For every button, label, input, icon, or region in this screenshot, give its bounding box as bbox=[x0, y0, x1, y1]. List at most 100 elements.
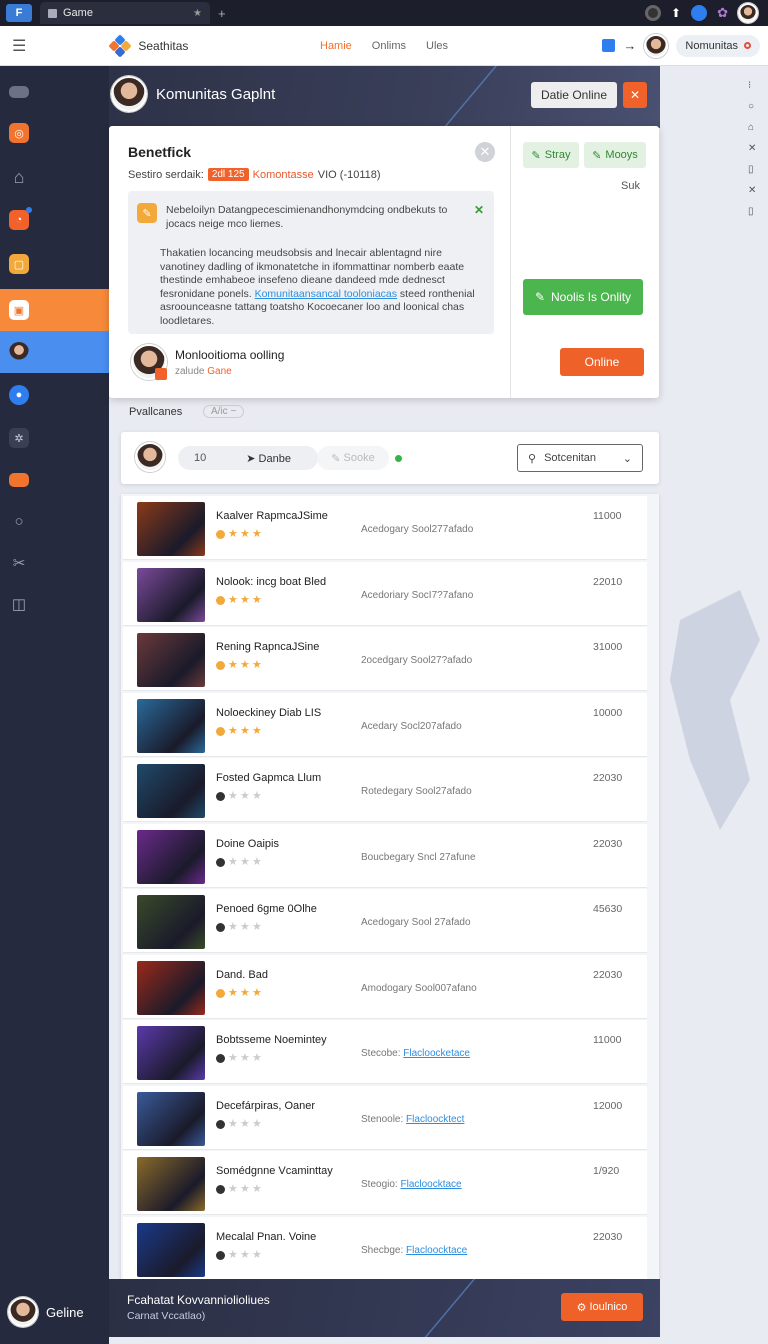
sidebar-item-tools[interactable]: ✂ bbox=[0, 543, 109, 583]
game-thumbnail[interactable] bbox=[137, 960, 205, 1015]
user-pill[interactable]: Nomunitas bbox=[676, 34, 760, 57]
game-thumbnail[interactable] bbox=[137, 1091, 205, 1146]
game-thumbnail[interactable] bbox=[137, 633, 205, 687]
user-avatar[interactable] bbox=[644, 33, 669, 58]
game-row[interactable]: Dand. Bad ★ ★ ★ Amodogary Sool007afano 22030 bbox=[123, 954, 647, 1019]
toolbar-avatar[interactable] bbox=[135, 442, 165, 472]
game-name[interactable]: Decefárpiras, Oaner bbox=[216, 1100, 315, 1112]
rail-item[interactable]: ✕ bbox=[748, 143, 756, 154]
game-thumbnail[interactable] bbox=[137, 1222, 205, 1277]
rail-item[interactable]: ○ bbox=[748, 101, 756, 112]
filter-select[interactable]: ⚲ Sotcenitan ⌄ bbox=[517, 444, 643, 472]
sidebar-item-profile[interactable] bbox=[0, 331, 109, 373]
game-link[interactable]: Flacloocketace bbox=[403, 1048, 470, 1059]
game-name[interactable]: Bobtsseme Noemintey bbox=[216, 1034, 327, 1046]
rail-item[interactable]: ✕ bbox=[748, 185, 756, 196]
game-name[interactable]: Rening RapncaJSine bbox=[216, 641, 319, 653]
pin-icon[interactable]: ★ bbox=[193, 8, 202, 19]
game-row[interactable]: Penoed 6gme 0Olhe ★ ★ ★ Acedogary Sool 27afa… bbox=[123, 889, 647, 953]
hamburger-icon[interactable]: ☰ bbox=[12, 36, 26, 56]
rail-item[interactable]: ⁝ bbox=[748, 80, 756, 91]
game-row[interactable]: Bobtsseme Noemintey ★ ★ ★ Stecobe: Flacloock… bbox=[123, 1020, 647, 1084]
game-thumbnail[interactable] bbox=[137, 895, 205, 949]
game-description-text: Stecobe: bbox=[361, 1048, 401, 1059]
sidebar-item-feed[interactable]: ◔ bbox=[0, 200, 109, 240]
card-close-icon[interactable]: ✕ bbox=[475, 142, 495, 162]
game-name[interactable]: Penoed 6gme 0Olhe bbox=[216, 903, 317, 915]
sidebar-item-puzzle[interactable]: ✲ bbox=[0, 418, 109, 458]
game-name[interactable]: Fosted Gapmca Llum bbox=[216, 772, 321, 784]
nav-home[interactable]: Hamie bbox=[320, 40, 352, 52]
extension-icon[interactable]: ✿ bbox=[717, 5, 728, 21]
rail-item[interactable]: ▯ bbox=[748, 164, 756, 175]
game-row[interactable]: Nolook: incg boat Bled ★ ★ ★ Acedoriary SocI… bbox=[123, 561, 647, 626]
sidebar-item-game[interactable]: ▣ bbox=[0, 289, 109, 331]
sidebar-item-folder[interactable] bbox=[0, 460, 109, 500]
game-row[interactable]: Mecalal Pnan. Voine ★ ★ ★ Shecbge: Flacloock… bbox=[123, 1216, 647, 1281]
sidebar-item-box[interactable]: ▢ bbox=[0, 244, 109, 284]
game-row[interactable]: Decefárpiras, Oaner ★ ★ ★ Stenoole: Flaclooc… bbox=[123, 1085, 647, 1150]
card-user[interactable]: Monlooitioma oolling zalude Gane bbox=[131, 344, 284, 380]
nav-rules[interactable]: Ules bbox=[426, 40, 448, 52]
online-button[interactable]: Online bbox=[560, 348, 644, 376]
game-row[interactable]: Fosted Gapmca Llum ★ ★ ★ Rotedegary Sool27af… bbox=[123, 758, 647, 822]
message-link[interactable]: Komunitaansancal tooloniacas bbox=[255, 288, 397, 300]
subtitle-community[interactable]: Komontasse bbox=[253, 169, 314, 181]
nav-online[interactable]: Onlims bbox=[372, 40, 406, 52]
message-dismiss-icon[interactable]: ✕ bbox=[474, 203, 484, 217]
game-row[interactable]: Rening RapncaJSine ★ ★ ★ 2ocedgary Sool27?af… bbox=[123, 627, 647, 691]
game-thumbnail[interactable] bbox=[137, 1157, 205, 1211]
rail-item[interactable]: ▯ bbox=[748, 206, 756, 217]
banner-online-button[interactable]: Datie Online bbox=[531, 82, 617, 108]
game-link[interactable]: Flacloocktace bbox=[400, 1179, 461, 1190]
moops-button[interactable]: ✎ Mooys bbox=[584, 142, 646, 168]
arrow-icon[interactable]: → bbox=[623, 38, 636, 53]
banner-close-button[interactable]: ✕ bbox=[623, 82, 647, 108]
right-rail: ⁝ ○ ⌂ ✕ ▯ ✕ ▯ bbox=[748, 80, 756, 217]
game-thumbnail[interactable] bbox=[137, 567, 205, 622]
game-name[interactable]: Mecalal Pnan. Voine bbox=[216, 1231, 316, 1243]
game-thumbnail[interactable] bbox=[137, 502, 205, 556]
rail-item[interactable]: ⌂ bbox=[748, 122, 756, 133]
browser-avatar[interactable] bbox=[738, 3, 758, 23]
game-row[interactable]: Somédgnne Vcaminttay ★ ★ ★ Steogio: Flaclooc… bbox=[123, 1151, 647, 1215]
game-rating: ★ ★ ★ bbox=[216, 594, 262, 605]
game-thumbnail[interactable] bbox=[137, 698, 205, 753]
game-name[interactable]: Somédgnne Vcaminttay bbox=[216, 1165, 333, 1177]
game-thumbnail[interactable] bbox=[137, 1026, 205, 1080]
profile-blue-icon[interactable] bbox=[691, 5, 708, 21]
game-name[interactable]: Kaalver RapmcaJSime bbox=[216, 510, 328, 522]
toolbar-count-pill[interactable]: 10 ➤ Danbe bbox=[178, 446, 318, 470]
game-row[interactable]: Kaalver RapmcaJSime ★ ★ ★ Acedogary Sool277a… bbox=[123, 496, 647, 560]
game-link[interactable]: Flacloocktect bbox=[406, 1114, 464, 1125]
sidebar-item-location[interactable]: ● bbox=[0, 375, 109, 415]
sidebar-item-search[interactable]: ○ bbox=[0, 501, 109, 541]
game-name[interactable]: Dand. Bad bbox=[216, 969, 268, 981]
game-name[interactable]: Noloeckiney Diab LIS bbox=[216, 707, 321, 719]
panel-hint[interactable]: A/ic ~ bbox=[203, 405, 245, 418]
sidebar-item-menu[interactable] bbox=[0, 72, 109, 112]
sidebar-item-home[interactable]: ⌂ bbox=[0, 157, 109, 197]
game-link[interactable]: Flacloocktace bbox=[406, 1245, 467, 1256]
record-icon[interactable] bbox=[645, 5, 662, 21]
new-tab-button[interactable]: + bbox=[218, 6, 226, 21]
toolbar-ghost-button[interactable]: ✎ Sooke bbox=[317, 446, 389, 470]
sidebar-item-compass[interactable]: ◎ bbox=[0, 113, 109, 153]
footer-button[interactable]: ⚙ Ioulnico bbox=[561, 1293, 643, 1321]
game-name[interactable]: Doine Oaipis bbox=[216, 838, 279, 850]
stay-button[interactable]: ✎ Stray bbox=[523, 142, 579, 168]
sidebar-footer[interactable]: Geline bbox=[0, 1280, 109, 1344]
notification-icon[interactable] bbox=[602, 39, 616, 52]
sidebar-item-chart[interactable]: ◫ bbox=[0, 584, 109, 624]
browser-tab[interactable]: Game ★ bbox=[40, 2, 210, 24]
online-status-button[interactable]: ✎ Noolis Is Onlity bbox=[523, 279, 643, 315]
upload-icon[interactable]: ⬆ bbox=[671, 6, 681, 20]
game-thumbnail[interactable] bbox=[137, 829, 205, 884]
game-row[interactable]: Noloeckiney Diab LIS ★ ★ ★ Acedary Socl207af… bbox=[123, 692, 647, 757]
game-name[interactable]: Nolook: incg boat Bled bbox=[216, 576, 326, 588]
game-row[interactable]: Doine Oaipis ★ ★ ★ Boucbegary Sncl 27afune 22… bbox=[123, 823, 647, 888]
browser-logo-icon[interactable]: F bbox=[6, 4, 32, 22]
star-icon: ★ bbox=[252, 1248, 262, 1261]
edit-icon: ✎ bbox=[534, 290, 546, 304]
game-thumbnail[interactable] bbox=[137, 764, 205, 818]
